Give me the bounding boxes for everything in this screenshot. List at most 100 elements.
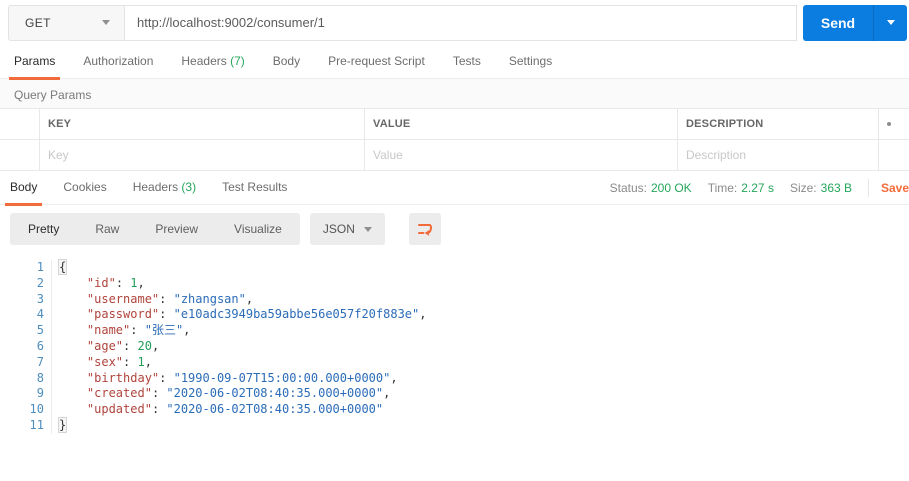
more-options-dot-icon[interactable]: [887, 122, 891, 126]
code-line: 9 "created": "2020-06-02T08:40:35.000+00…: [0, 386, 909, 403]
line-number: 9: [36, 386, 44, 401]
param-value-input[interactable]: [365, 148, 677, 162]
view-tab-raw[interactable]: Raw: [77, 213, 137, 245]
response-tab-body[interactable]: Body: [4, 171, 43, 206]
code-line: 8 "birthday": "1990-09-07T15:00:00.000+0…: [0, 370, 909, 387]
request-tabs: Params Authorization Headers (7) Body Pre-re…: [0, 45, 909, 80]
view-tab-pretty[interactable]: Pretty: [10, 213, 77, 245]
wrap-text-icon: [417, 224, 432, 236]
tab-pre-request-script[interactable]: Pre-request Script: [328, 45, 425, 79]
code-line: 3 "username": "zhangsan",: [0, 291, 909, 308]
code-line: 2 "id": 1,: [0, 275, 909, 292]
url-input[interactable]: [125, 4, 797, 41]
meta-divider: [868, 178, 869, 197]
chevron-down-icon: [102, 20, 110, 25]
tab-label: Cookies: [63, 179, 107, 194]
tab-label: Headers: [132, 179, 179, 194]
tab-label: Test Results: [222, 179, 288, 194]
code-line: 7 "sex": 1,: [0, 354, 909, 371]
query-params-table: KEY VALUE DESCRIPTION: [0, 108, 909, 171]
tab-label: Params: [14, 53, 56, 68]
response-view-switcher: Pretty Raw Preview Visualize: [10, 213, 300, 245]
tab-label: Tests: [452, 53, 481, 68]
send-options-button[interactable]: [873, 4, 907, 41]
view-tab-preview[interactable]: Preview: [137, 213, 216, 245]
wrap-text-button[interactable]: [408, 213, 441, 245]
response-tab-test-results[interactable]: Test Results: [222, 171, 287, 205]
code-line: 11}: [0, 416, 909, 434]
tab-count: (7): [226, 53, 245, 68]
method-label: GET: [25, 15, 51, 30]
meta-label: Size:: [789, 180, 817, 195]
code-text: "id": 1,: [51, 275, 145, 292]
tab-settings[interactable]: Settings: [509, 45, 552, 79]
meta-value: 363 B: [820, 180, 852, 195]
meta-value: 200 OK: [650, 180, 692, 195]
request-url-bar: GET Send: [0, 0, 909, 45]
params-menu-cell: [879, 140, 909, 170]
tab-label: Body: [272, 53, 301, 68]
tab-tests[interactable]: Tests: [453, 45, 481, 79]
line-number: 7: [36, 354, 44, 369]
code-text: "age": 20,: [51, 338, 159, 355]
save-response-button[interactable]: Save: [881, 181, 909, 195]
column-header-description: DESCRIPTION: [678, 109, 879, 139]
response-tab-cookies[interactable]: Cookies: [63, 171, 106, 205]
row-handle-cell: [0, 109, 40, 139]
tab-params[interactable]: Params: [8, 45, 61, 80]
send-button-group: Send: [803, 4, 907, 41]
line-number: 11: [29, 417, 44, 432]
chevron-down-icon: [363, 226, 372, 232]
response-tab-headers[interactable]: Headers (3): [133, 171, 196, 205]
code-text: "updated": "2020-06-02T08:40:35.000+0000…: [51, 402, 383, 418]
tab-label: Headers: [181, 53, 227, 68]
line-number: 1: [36, 260, 44, 274]
code-text: "password": "e10adc3949ba59abbe56e057f20…: [51, 307, 426, 324]
row-handle-cell: [0, 140, 40, 170]
tab-label: Body: [10, 179, 38, 194]
response-meta-items: Status: 200 OK Time: 2.27 s Size: 363 B: [610, 181, 868, 195]
code-text: "sex": 1,: [51, 354, 152, 371]
chevron-down-icon: [886, 20, 895, 25]
code-line: 1{: [0, 259, 909, 276]
code-text: "username": "zhangsan",: [51, 291, 253, 308]
column-header-value: VALUE: [365, 109, 678, 139]
response-toolbar: Pretty Raw Preview Visualize JSON: [0, 205, 909, 253]
tab-label: Authorization: [83, 53, 154, 68]
query-params-input-row: [0, 140, 909, 171]
response-tabs: Body Cookies Headers (3) Test Results: [4, 171, 313, 206]
code-line: 5 "name": "张三",: [0, 323, 909, 339]
response-tabs-row: Body Cookies Headers (3) Test Results Statu…: [0, 171, 909, 206]
param-key-input[interactable]: [40, 148, 364, 162]
tab-headers[interactable]: Headers (7): [181, 45, 244, 79]
response-body[interactable]: 1{2 "id": 1, 3 "username": "zhangsan", 4 "…: [0, 253, 909, 434]
tab-body[interactable]: Body: [273, 45, 300, 79]
code-text: {: [51, 259, 68, 276]
method-select[interactable]: GET: [8, 4, 125, 41]
line-number: 8: [36, 370, 44, 385]
view-tab-visualize[interactable]: Visualize: [216, 213, 300, 245]
response-meta: Status: 200 OK Time: 2.27 s Size: 363 B Save: [610, 171, 909, 204]
line-number: 5: [36, 323, 44, 338]
send-button[interactable]: Send: [803, 4, 873, 41]
code-line: 6 "age": 20,: [0, 338, 909, 355]
tab-label: Pre-request Script: [328, 53, 425, 68]
meta-label: Time:: [707, 180, 738, 195]
language-select[interactable]: JSON: [309, 213, 385, 245]
code-line: 10 "updated": "2020-06-02T08:40:35.000+0…: [0, 402, 909, 418]
params-menu-cell: [879, 109, 909, 139]
code-text: "birthday": "1990-09-07T15:00:00.000+000…: [51, 370, 398, 387]
code-text: "created": "2020-06-02T08:40:35.000+0000…: [51, 386, 390, 403]
query-params-header-row: KEY VALUE DESCRIPTION: [0, 109, 909, 140]
line-number: 2: [36, 275, 44, 290]
line-number: 4: [36, 307, 44, 322]
line-number: 3: [36, 291, 44, 306]
query-params-section: Query Params KEY VALUE DESCRIPTION: [0, 79, 909, 171]
tab-authorization[interactable]: Authorization: [83, 45, 153, 79]
code-line: 4 "password": "e10adc3949ba59abbe56e057f…: [0, 307, 909, 324]
query-params-heading: Query Params: [14, 88, 92, 102]
language-label: JSON: [322, 222, 355, 236]
code-text: "name": "张三",: [51, 323, 190, 339]
meta-label: Status:: [609, 180, 647, 195]
param-description-input[interactable]: [678, 148, 878, 162]
